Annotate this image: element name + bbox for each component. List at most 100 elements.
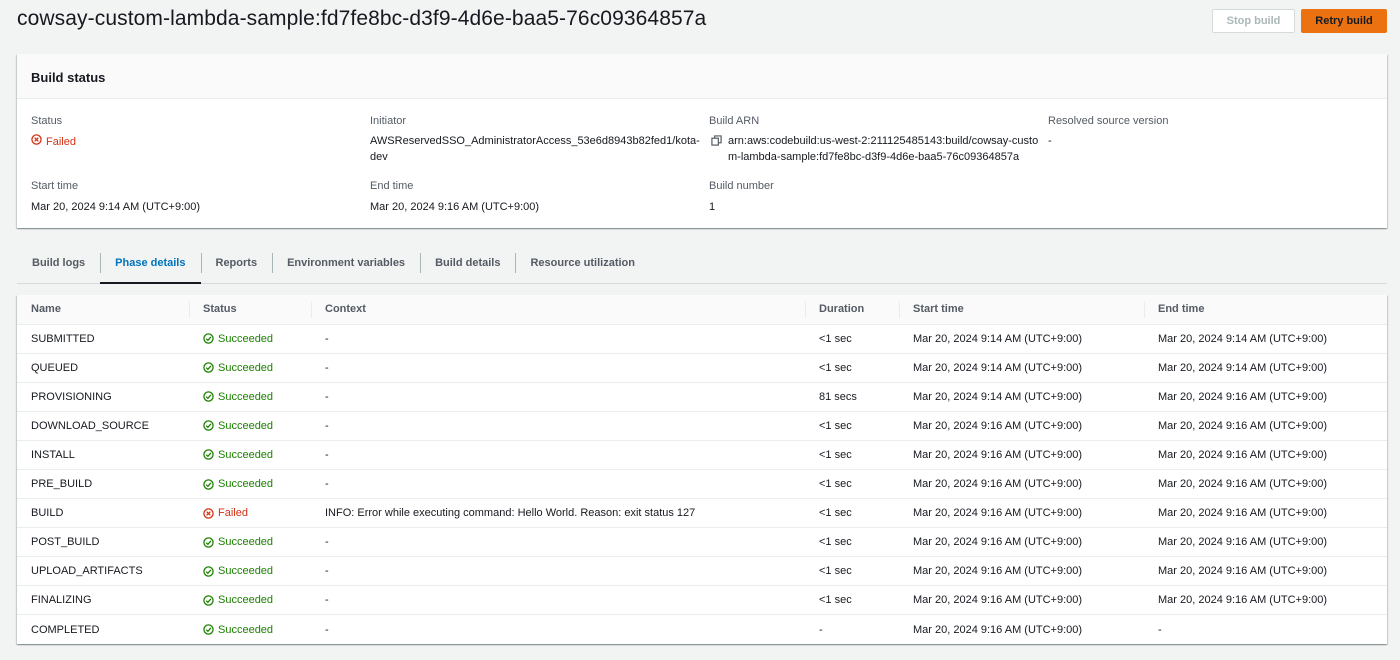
phase-start-time: Mar 20, 2024 9:16 AM (UTC+9:00) <box>913 623 1083 636</box>
success-icon <box>203 333 214 344</box>
table-row: SUBMITTED Succeeded - <1 sec Mar 20, 2024 9:… <box>17 324 1387 354</box>
phase-name: FINALIZING <box>17 585 189 616</box>
phase-duration: <1 sec <box>805 411 899 441</box>
build-arn-line-2: m-lambda-sample:fd7fe8bc-d3f9-4d6e-baa5-… <box>728 151 1020 163</box>
resolved-source-value: - <box>1048 135 1052 147</box>
phase-duration: <1 sec <box>805 556 899 587</box>
phase-end-time: Mar 20, 2024 9:16 AM (UTC+9:00) <box>1144 585 1387 616</box>
success-icon <box>203 566 214 577</box>
phase-end-time: Mar 20, 2024 9:16 AM (UTC+9:00) <box>1144 411 1387 441</box>
start-time-value: Mar 20, 2024 9:14 AM (UTC+9:00) <box>31 201 201 213</box>
phase-end-time: Mar 20, 2024 9:16 AM (UTC+9:00) <box>1144 498 1387 529</box>
phase-start-time: Mar 20, 2024 9:16 AM (UTC+9:00) <box>899 498 1144 529</box>
success-icon <box>203 478 214 490</box>
phase-context: - <box>311 527 805 558</box>
phase-start-time: Mar 20, 2024 9:16 AM (UTC+9:00) <box>899 556 1144 587</box>
phase-name: DOWNLOAD_SOURCE <box>17 411 189 441</box>
phase-context: - <box>311 324 805 354</box>
copy-icon[interactable] <box>709 133 722 165</box>
build-arn-label: Build ARN <box>709 115 760 127</box>
phase-context: INFO: Error while executing command: Hel… <box>311 498 805 529</box>
phase-status-text: Succeeded <box>218 332 274 345</box>
phase-status-text: Succeeded <box>218 565 274 578</box>
phase-name: COMPLETED <box>31 623 100 636</box>
tab-build-logs[interactable]: Build logs <box>17 248 100 284</box>
phase-end-time: Mar 20, 2024 9:16 AM (UTC+9:00) <box>1144 527 1387 558</box>
stop-build-button[interactable]: Stop build <box>1212 9 1295 33</box>
phase-table: Name Status Context Duration Start time … <box>17 295 1387 644</box>
phase-status: Succeeded <box>189 324 311 354</box>
phase-status: Succeeded <box>189 527 311 558</box>
phase-start-time: Mar 20, 2024 9:16 AM (UTC+9:00) <box>899 411 1144 441</box>
phase-status: Succeeded <box>189 353 311 383</box>
build-status-panel: Build status Status Failed Initiator AWS… <box>17 54 1387 228</box>
phase-details-panel: Name Status Context Duration Start time … <box>17 295 1387 644</box>
start-time-label: Start time <box>31 180 79 192</box>
success-icon <box>203 391 214 402</box>
retry-build-button[interactable]: Retry build <box>1301 9 1387 33</box>
build-number-field: Build number 1 <box>709 180 774 215</box>
phase-status: Succeeded <box>189 382 311 412</box>
status-value-text: Failed <box>46 136 76 148</box>
phase-status-text: Succeeded <box>218 448 274 461</box>
phase-name: PROVISIONING <box>17 382 189 412</box>
tab-resource-utilization[interactable]: Resource utilization <box>515 248 650 284</box>
phase-context: - <box>311 382 805 412</box>
tab-bar: Build logs Phase details Reports Environ… <box>17 248 1387 284</box>
phase-status-text: Succeeded <box>218 623 274 636</box>
phase-end-time: - <box>1158 623 1162 636</box>
phase-start-time: Mar 20, 2024 9:16 AM (UTC+9:00) <box>899 440 1144 470</box>
table-row: DOWNLOAD_SOURCE Succeeded - <1 sec Mar 20, 2… <box>17 411 1387 441</box>
phase-status-text: Succeeded <box>218 361 274 374</box>
phase-status: Succeeded <box>189 556 311 587</box>
initiator-field: Initiator AWSReservedSSO_AdministratorAc… <box>370 115 700 165</box>
tab-reports[interactable]: Reports <box>200 248 273 284</box>
status-label: Status <box>31 115 63 127</box>
phase-context: - <box>311 469 805 500</box>
status-field: Status Failed <box>31 115 76 150</box>
phase-end-time: Mar 20, 2024 9:16 AM (UTC+9:00) <box>1144 382 1387 412</box>
phase-status-text: Succeeded <box>218 390 274 403</box>
table-row: POST_BUILD Succeeded - <1 sec Mar 20, 2024 9… <box>17 527 1387 558</box>
phase-end-time: Mar 20, 2024 9:16 AM (UTC+9:00) <box>1144 440 1387 470</box>
column-header-context[interactable]: Context <box>311 295 805 325</box>
phase-end-time: Mar 20, 2024 9:14 AM (UTC+9:00) <box>1144 353 1387 383</box>
build-status-heading: Build status <box>17 54 1387 99</box>
column-header-status[interactable]: Status <box>189 295 311 325</box>
end-time-value: Mar 20, 2024 9:16 AM (UTC+9:00) <box>370 201 540 213</box>
phase-context: - <box>311 585 805 616</box>
phase-table-body: SUBMITTED Succeeded - <1 sec Mar 20, 2024 9:… <box>17 324 1387 644</box>
phase-status: Succeeded <box>189 469 311 500</box>
phase-status: Succeeded <box>189 440 311 470</box>
column-header-name[interactable]: Name <box>17 295 189 325</box>
phase-start-time: Mar 20, 2024 9:16 AM (UTC+9:00) <box>899 469 1144 500</box>
column-header-end-time[interactable]: End time <box>1144 295 1387 325</box>
build-arn-field: Build ARN arn:aws:codebuild:us-west-2:21… <box>709 115 1049 165</box>
table-row: UPLOAD_ARTIFACTS Succeeded - <1 sec Mar 20, … <box>17 556 1387 587</box>
phase-status-text: Failed <box>218 507 248 520</box>
success-icon <box>203 420 214 432</box>
phase-name: INSTALL <box>17 440 189 470</box>
build-arn-value: arn:aws:codebuild:us-west-2:211125485143… <box>709 133 1049 165</box>
initiator-value: AWSReservedSSO_AdministratorAccess_53e6d… <box>370 133 700 165</box>
column-header-start-time[interactable]: Start time <box>899 295 1144 325</box>
tab-build-details[interactable]: Build details <box>420 248 515 284</box>
tab-environment-variables[interactable]: Environment variables <box>272 248 420 284</box>
phase-duration: <1 sec <box>805 585 899 616</box>
build-number-label: Build number <box>709 180 774 192</box>
phase-end-time: Mar 20, 2024 9:16 AM (UTC+9:00) <box>1144 556 1387 587</box>
phase-name: UPLOAD_ARTIFACTS <box>17 556 189 587</box>
phase-status: Succeeded <box>189 411 311 441</box>
tab-phase-details[interactable]: Phase details <box>100 248 201 284</box>
phase-context: - <box>311 353 805 383</box>
initiator-label: Initiator <box>370 115 407 127</box>
table-row: QUEUED Succeeded - <1 sec Mar 20, 2024 9:14 … <box>17 353 1387 383</box>
table-row: COMPLETED Succeeded - - Mar 20, 2024 9:16 AM… <box>17 615 1387 644</box>
phase-status-text: Succeeded <box>218 536 274 549</box>
start-time-field: Start time Mar 20, 2024 9:14 AM (UTC+9:0… <box>31 180 200 215</box>
phase-status-text: Succeeded <box>218 478 274 491</box>
phase-name: SUBMITTED <box>17 324 189 354</box>
phase-end-time: Mar 20, 2024 9:14 AM (UTC+9:00) <box>1144 324 1387 354</box>
phase-start-time: Mar 20, 2024 9:14 AM (UTC+9:00) <box>899 353 1144 383</box>
column-header-duration[interactable]: Duration <box>805 295 899 325</box>
